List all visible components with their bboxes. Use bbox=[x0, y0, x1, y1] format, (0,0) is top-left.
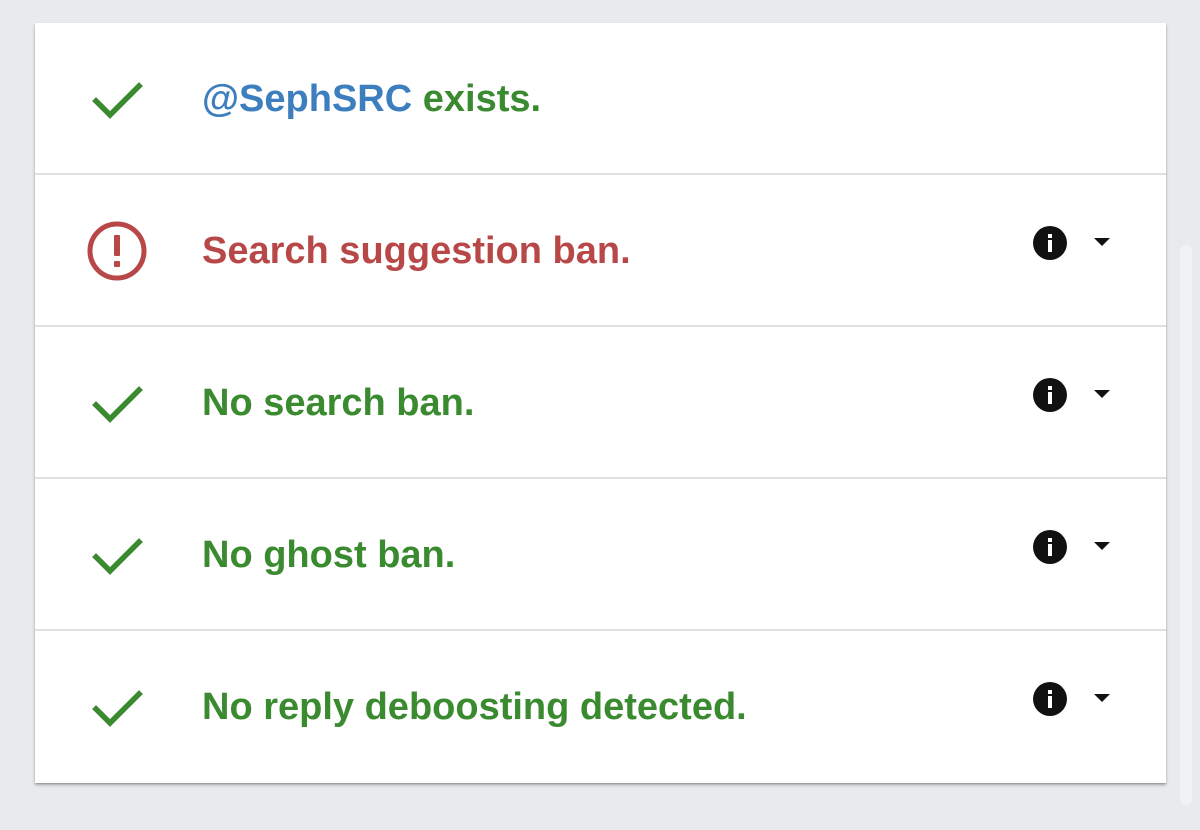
row-text: @SephSRC exists. bbox=[202, 73, 541, 125]
row-text: No reply deboosting detected. bbox=[202, 686, 747, 728]
info-icon[interactable] bbox=[1033, 682, 1067, 716]
info-icon[interactable] bbox=[1033, 226, 1067, 260]
exists-text: exists. bbox=[412, 78, 542, 120]
scrollbar-track[interactable] bbox=[1180, 245, 1192, 805]
info-icon[interactable] bbox=[1033, 378, 1067, 412]
row-text: Search suggestion ban. bbox=[202, 230, 631, 272]
caret-down-icon[interactable] bbox=[1091, 539, 1113, 553]
row-text: No ghost ban. bbox=[202, 534, 456, 576]
user-handle-link[interactable]: @SephSRC bbox=[202, 78, 412, 120]
checkmark-icon bbox=[92, 538, 143, 575]
info-icon[interactable] bbox=[1033, 530, 1067, 564]
checkmark-icon bbox=[92, 82, 143, 119]
row-search-ban: No search ban. bbox=[35, 327, 1166, 479]
caret-down-icon[interactable] bbox=[1091, 691, 1113, 705]
alert-circle-icon bbox=[87, 221, 147, 281]
caret-down-icon[interactable] bbox=[1091, 387, 1113, 401]
row-ghost-ban: No ghost ban. bbox=[35, 479, 1166, 631]
checkmark-icon bbox=[92, 386, 143, 423]
row-user-exists: @SephSRC exists. bbox=[35, 23, 1166, 175]
caret-down-icon[interactable] bbox=[1091, 235, 1113, 249]
row-text: No search ban. bbox=[202, 382, 475, 424]
row-reply-deboosting: No reply deboosting detected. bbox=[35, 631, 1166, 783]
results-card: @SephSRC exists. Search suggestion ban. … bbox=[35, 23, 1166, 783]
row-search-suggestion-ban: Search suggestion ban. bbox=[35, 175, 1166, 327]
checkmark-icon bbox=[92, 690, 143, 727]
